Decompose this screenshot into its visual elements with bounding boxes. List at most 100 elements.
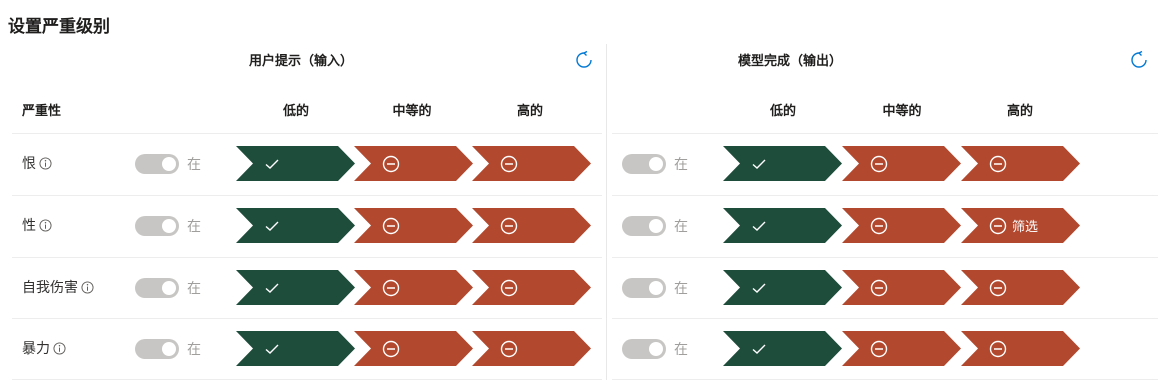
input-high-blocked-chevron[interactable]	[472, 270, 591, 305]
toggle-knob	[162, 281, 176, 295]
category-name: 暴力	[22, 341, 50, 357]
blocked-circle-icon	[870, 340, 888, 357]
output-toggle-label: 在	[674, 219, 688, 235]
info-icon[interactable]	[53, 341, 66, 355]
category-name: 自我伤害	[22, 280, 78, 296]
blocked-circle-icon	[500, 279, 518, 296]
input-low-allowed-chevron[interactable]	[236, 270, 355, 305]
input-toggle[interactable]	[135, 278, 179, 298]
blocked-circle-icon	[500, 340, 518, 357]
input-reset-icon[interactable]	[574, 50, 594, 70]
output-high-blocked-chevron[interactable]	[961, 146, 1080, 181]
output-high-blocked-chevron[interactable]	[961, 331, 1080, 366]
toggle-knob	[162, 342, 176, 356]
input-low-allowed-chevron[interactable]	[236, 146, 355, 181]
row-divider	[12, 379, 602, 380]
row-divider	[612, 318, 1158, 319]
output-reset-icon[interactable]	[1129, 50, 1149, 70]
row-divider	[12, 133, 602, 134]
output-high-blocked-chevron[interactable]: 筛选	[961, 208, 1080, 243]
output-high-blocked-chevron[interactable]	[961, 270, 1080, 305]
row-divider	[612, 379, 1158, 380]
blocked-circle-icon	[989, 340, 1007, 357]
checkmark-icon	[752, 283, 766, 293]
output-toggle[interactable]	[622, 154, 666, 174]
checkmark-icon	[265, 159, 279, 169]
filter-label: 筛选	[1012, 220, 1039, 235]
row-divider	[12, 318, 602, 319]
output-toggle-label: 在	[674, 157, 688, 173]
category-name: 性	[22, 218, 36, 234]
blocked-circle-icon	[500, 155, 518, 172]
input-high-blocked-chevron[interactable]	[472, 331, 591, 366]
input-low-allowed-chevron[interactable]	[236, 208, 355, 243]
blocked-circle-icon	[989, 217, 1007, 234]
output-toggle[interactable]	[622, 339, 666, 359]
blocked-circle-icon	[382, 217, 400, 234]
output-level-medium-header: 中等的	[882, 104, 922, 119]
checkmark-icon	[752, 221, 766, 231]
toggle-knob	[649, 157, 663, 171]
input-high-blocked-chevron[interactable]	[472, 146, 591, 181]
output-low-allowed-chevron[interactable]	[723, 270, 842, 305]
output-medium-blocked-chevron[interactable]	[842, 270, 961, 305]
output-medium-blocked-chevron[interactable]	[842, 146, 961, 181]
blocked-circle-icon	[989, 279, 1007, 296]
output-toggle[interactable]	[622, 278, 666, 298]
blocked-circle-icon	[989, 155, 1007, 172]
info-icon[interactable]	[39, 156, 52, 170]
input-low-allowed-chevron[interactable]	[236, 331, 355, 366]
row-divider	[612, 195, 1158, 196]
checkmark-icon	[752, 344, 766, 354]
blocked-circle-icon	[870, 155, 888, 172]
checkmark-icon	[265, 344, 279, 354]
input-medium-blocked-chevron[interactable]	[354, 208, 473, 243]
input-level-low-header: 低的	[282, 104, 309, 119]
section-divider	[606, 44, 607, 380]
row-divider	[12, 257, 602, 258]
category-label: 暴力	[22, 338, 66, 358]
category-name: 恨	[22, 156, 36, 172]
toggle-knob	[649, 281, 663, 295]
output-toggle-label: 在	[674, 342, 688, 358]
severity-header: 严重性	[22, 104, 62, 119]
input-high-blocked-chevron[interactable]	[472, 208, 591, 243]
checkmark-icon	[265, 221, 279, 231]
input-level-high-header: 高的	[516, 104, 543, 119]
input-toggle[interactable]	[135, 154, 179, 174]
toggle-knob	[649, 342, 663, 356]
input-medium-blocked-chevron[interactable]	[354, 146, 473, 181]
blocked-circle-icon	[870, 217, 888, 234]
info-icon[interactable]	[39, 218, 52, 232]
page-title: 设置严重级别	[8, 17, 110, 37]
output-low-allowed-chevron[interactable]	[723, 208, 842, 243]
blocked-circle-icon	[382, 340, 400, 357]
category-label: 恨	[22, 153, 52, 173]
row-divider	[12, 195, 602, 196]
checkmark-icon	[265, 283, 279, 293]
checkmark-icon	[752, 159, 766, 169]
info-icon[interactable]	[81, 280, 94, 294]
input-toggle[interactable]	[135, 216, 179, 236]
output-toggle[interactable]	[622, 216, 666, 236]
input-toggle-label: 在	[187, 342, 201, 358]
input-level-medium-header: 中等的	[392, 104, 432, 119]
input-medium-blocked-chevron[interactable]	[354, 331, 473, 366]
input-toggle-label: 在	[187, 281, 201, 297]
toggle-knob	[162, 157, 176, 171]
output-medium-blocked-chevron[interactable]	[842, 331, 961, 366]
input-toggle-label: 在	[187, 219, 201, 235]
blocked-circle-icon	[382, 155, 400, 172]
row-divider	[612, 133, 1158, 134]
output-level-high-header: 高的	[1006, 104, 1033, 119]
category-label: 自我伤害	[22, 277, 94, 297]
output-low-allowed-chevron[interactable]	[723, 146, 842, 181]
output-level-low-header: 低的	[769, 104, 796, 119]
input-toggle[interactable]	[135, 339, 179, 359]
input-medium-blocked-chevron[interactable]	[354, 270, 473, 305]
input-group-label: 用户提示（输入）	[249, 54, 354, 69]
category-label: 性	[22, 215, 52, 235]
output-medium-blocked-chevron[interactable]	[842, 208, 961, 243]
output-low-allowed-chevron[interactable]	[723, 331, 842, 366]
blocked-circle-icon	[500, 217, 518, 234]
